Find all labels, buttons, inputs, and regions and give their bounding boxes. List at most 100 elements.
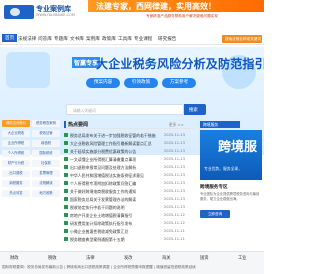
news-row-date: 2025-11-13 — [164, 180, 185, 185]
news-row-date: 2025-11-12 — [164, 220, 185, 225]
category-sidebar: 风险应对指引 税务稽查案例 大企业税收 税收征管 企业所得税 增值税 个人所得税… — [0, 120, 62, 248]
news-more-link[interactable]: 更多 >> — [169, 122, 184, 128]
nav-item-policies[interactable]: 政策库 — [102, 36, 116, 42]
news-row-title[interactable]: 国家税务总局关于发票管理办法的解读 — [70, 197, 160, 203]
news-row-title[interactable]: 中华人民共和国增值税法实施条例征求意见 — [70, 173, 160, 179]
hero-button-policy[interactable]: 引领政策 — [124, 78, 158, 88]
news-row-title[interactable]: 税务稽查典型案例通报第十五期 — [70, 237, 160, 243]
logo-subtitle: WWW.FALVBAIKE.COM — [36, 13, 75, 17]
footer-link-reform[interactable]: 发改 — [124, 255, 133, 261]
news-row-date: 2025-11-11 — [164, 236, 185, 241]
news-row[interactable]: 税收协定执行中若干问题的说明 2025-11-13 — [64, 203, 194, 211]
news-row[interactable]: 税务总局发布关于进一步加强税收征管的若干措施 2025-11-13 — [64, 131, 194, 139]
category-row: 热点问答 地方政策 — [2, 190, 62, 198]
news-row-title[interactable]: 大企业税收风险管理工作指引最新解读要点汇总 — [70, 141, 160, 147]
footer-link-industry[interactable]: 工业 — [238, 255, 247, 261]
news-row[interactable]: 国家税务总局关于发票管理办法的解读 2025-11-13 — [64, 195, 194, 203]
footer-link-state-assets[interactable]: 国资 — [200, 255, 209, 261]
top-banner[interactable]: 法建专家，西网律建，实用高效！ — [88, 0, 264, 12]
bullet-icon — [64, 221, 68, 225]
promo-name[interactable]: 跨境服务专区 — [200, 184, 228, 190]
nav-item-qa[interactable]: 问答库 — [38, 36, 52, 42]
nav-item-courses[interactable]: 专业课程 — [134, 36, 152, 42]
news-ticker[interactable]: 国际财税要闻：税务总局发布最新公告 | 跨境电商出口退税政策调整 | 企业所得税… — [2, 265, 262, 270]
site-logo[interactable] — [4, 5, 34, 19]
nav-item-laws[interactable]: 法规法律 — [18, 36, 36, 42]
footer-link-finance[interactable]: 财政 — [10, 255, 19, 261]
nav-item-home[interactable]: 首页 — [2, 34, 18, 42]
news-row[interactable]: 出口退税申报常见问题及处理方法解析 2025-11-13 — [64, 163, 194, 171]
nav-search-button[interactable]: 搜索法规名称或关键词 — [222, 35, 262, 43]
category-item[interactable]: 国际税收 — [32, 150, 60, 157]
category-item[interactable]: 财产行为税 — [2, 160, 30, 167]
nav-item-cases[interactable]: 案例库 — [86, 36, 100, 42]
news-row-date: 2025-11-12 — [164, 212, 185, 217]
bullet-icon — [64, 197, 68, 201]
category-item[interactable]: 风险应对指引 — [2, 120, 30, 127]
news-row-title[interactable]: 关于延续实施部分税费优惠政策的公告 — [70, 149, 160, 155]
category-item[interactable]: 税收征管 — [32, 130, 60, 137]
news-row-title[interactable]: 税务总局发布关于进一步加强税收征管的若干措施 — [70, 133, 160, 139]
category-item[interactable]: 出口退税 — [2, 170, 30, 177]
footer-link-tax[interactable]: 税收 — [48, 255, 57, 261]
news-row[interactable]: 关于做好跨境电商税收服务工作的通知 2025-11-13 — [64, 187, 194, 195]
category-item[interactable]: 社保费 — [32, 160, 60, 167]
category-item[interactable]: 大企业税收 — [2, 130, 30, 137]
news-title: 热点要闻 — [68, 122, 89, 128]
news-panel: 热点要闻 更多 >> 税务总局发布关于进一步加强税收征管的若干措施 2025-11… — [64, 120, 194, 248]
category-item[interactable]: 增值税 — [32, 140, 60, 147]
category-item[interactable]: 法规解读 — [32, 180, 60, 187]
category-item[interactable]: 热点问答 — [2, 190, 30, 197]
nav-item-documents[interactable]: 文书库 — [70, 36, 84, 42]
category-item[interactable]: 税务稽查案例 — [32, 120, 60, 127]
bullet-icon — [64, 181, 68, 185]
news-row-title[interactable]: 一文读懂企业所得税汇算清缴重点事项 — [70, 157, 160, 163]
news-row[interactable]: 关于延续实施部分税费优惠政策的公告 2025-11-13 — [64, 147, 194, 155]
news-row-title[interactable]: 税收协定执行中若干问题的说明 — [70, 205, 160, 211]
search-button[interactable]: 搜索 — [184, 104, 206, 115]
category-row: 出口退税 发票管理 — [2, 170, 62, 178]
promo-small-text: 专业优势，服务全球， — [204, 166, 242, 171]
category-item[interactable]: 发票管理 — [32, 170, 60, 177]
search-input[interactable]: 请输入关键词 — [66, 104, 184, 115]
category-item[interactable]: 个人所得税 — [2, 150, 30, 157]
news-row[interactable]: 研发费用加计扣除政策执行指引发布 2025-11-12 — [64, 219, 194, 227]
hero-title[interactable]: 大企业税务风险分析及防范指引 — [96, 55, 264, 72]
news-row-title[interactable]: 出口退税申报常见问题及处理方法解析 — [70, 165, 160, 171]
footer-link-law[interactable]: 法律 — [86, 255, 95, 261]
news-row-title[interactable]: 关于做好跨境电商税收服务工作的通知 — [70, 189, 160, 195]
news-row[interactable]: 税务稽查典型案例通报第十五期 2025-11-11 — [64, 235, 194, 243]
footer-link-customs[interactable]: 海关 — [162, 255, 171, 261]
hero-button-reference[interactable]: 方案参考 — [162, 78, 196, 88]
news-row-date: 2025-11-13 — [164, 196, 185, 201]
news-row[interactable]: 个人所得税专项附加扣除政策问答汇编 2025-11-13 — [64, 179, 194, 187]
category-row: 财产行为税 社保费 — [2, 160, 62, 168]
bullet-icon — [64, 229, 68, 233]
footer-links: 财政 税收 法律 发改 海关 国资 工业 国际财税要闻：税务总局发布最新公告 |… — [0, 251, 264, 274]
category-row: 大企业税收 税收征管 — [2, 130, 62, 138]
category-item[interactable]: 企业所得税 — [2, 140, 30, 147]
category-item[interactable]: 纳税服务 — [2, 180, 30, 187]
news-row[interactable]: 大企业税收风险管理工作指引最新解读要点汇总 2025-11-13 — [64, 139, 194, 147]
news-row-title[interactable]: 房地产开发企业土地增值税清算指引 — [70, 213, 160, 219]
news-row-date: 2025-11-13 — [164, 164, 185, 169]
news-row[interactable]: 房地产开发企业土地增值税清算指引 2025-11-12 — [64, 211, 194, 219]
top-slogan: 专家精准产品服务帮助用户解决疑难问题实现 — [146, 14, 218, 18]
promo-image[interactable]: 跨境服 专业优势，服务全球， — [200, 130, 262, 180]
nav-item-tools[interactable]: 工具库 — [118, 36, 132, 42]
news-row-date: 2025-11-13 — [164, 188, 185, 193]
nav-item-topics[interactable]: 专题库 — [54, 36, 68, 42]
top-bar: 专业案例库 WWW.FALVBAIKE.COM 法建专家，西网律建，实用高效！ … — [0, 0, 264, 24]
news-row-title[interactable]: 个人所得税专项附加扣除政策问答汇编 — [70, 181, 160, 187]
news-row-title[interactable]: 研发费用加计扣除政策执行指引发布 — [70, 221, 160, 227]
hero-button-plan[interactable]: 预案内容 — [86, 78, 120, 88]
news-row[interactable]: 中华人民共和国增值税法实施条例征求意见 2025-11-13 — [64, 171, 194, 179]
nav-item-reports[interactable]: 研究报告 — [158, 36, 176, 42]
consult-button[interactable]: 立即咨询 — [200, 210, 230, 218]
news-row[interactable]: 一文读懂企业所得税汇算清缴重点事项 2025-11-13 — [64, 155, 194, 163]
bullet-icon — [64, 141, 68, 145]
category-item[interactable]: 地方政策 — [32, 190, 60, 197]
news-row-title[interactable]: 小微企业普惠性税收减免政策汇总 — [70, 229, 160, 235]
news-row[interactable]: 小微企业普惠性税收减免政策汇总 2025-11-11 — [64, 227, 194, 235]
news-row-date: 2025-11-13 — [164, 140, 185, 145]
